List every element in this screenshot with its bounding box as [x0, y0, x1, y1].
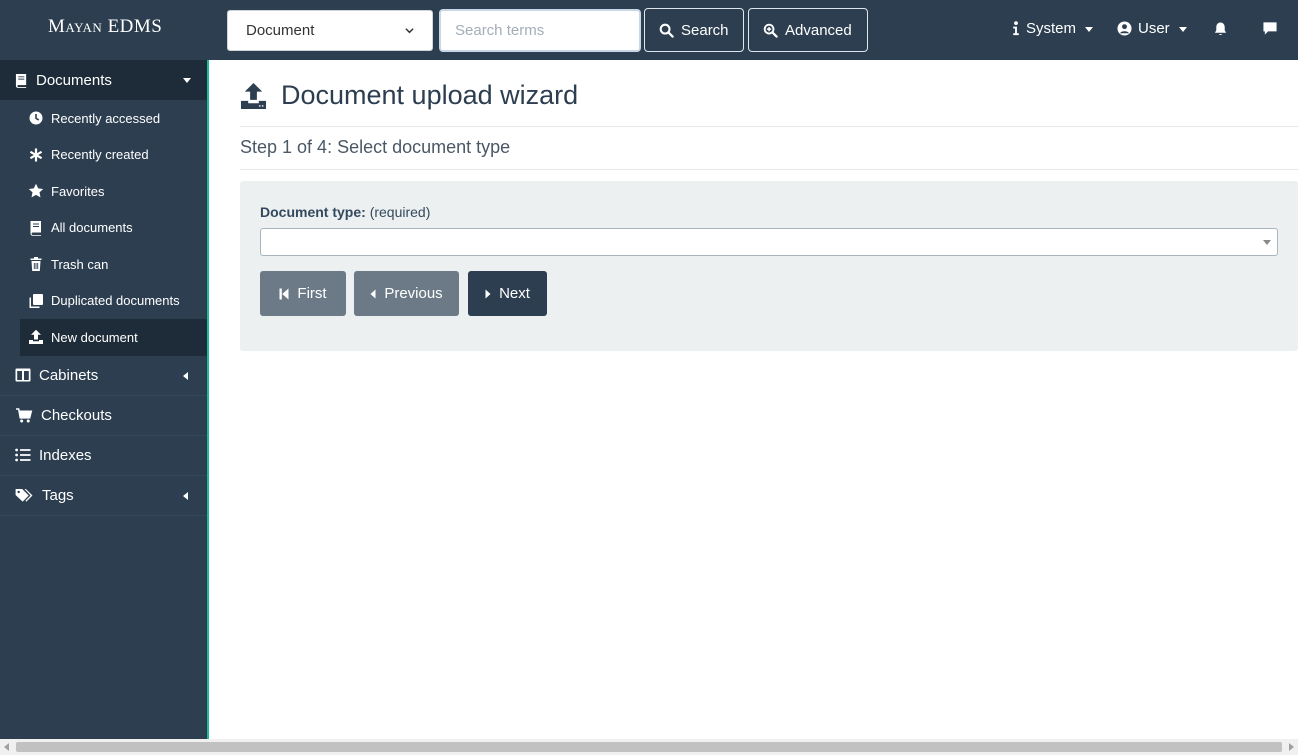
sidebar-item-documents[interactable]: Documents — [0, 60, 207, 100]
advanced-button-label: Advanced — [785, 21, 852, 39]
first-button-label: First — [297, 285, 327, 302]
message-icon — [1263, 22, 1277, 35]
chevron-down-icon — [405, 28, 414, 34]
required-indicator: (required) — [369, 204, 431, 220]
sidebar-item-checkouts[interactable]: Checkouts — [0, 396, 207, 436]
user-circle-icon — [1117, 21, 1132, 36]
search-type-select[interactable]: Document — [227, 10, 433, 51]
caret-down-icon — [183, 78, 191, 83]
sidebar-item-new-document[interactable]: New document — [20, 319, 207, 356]
next-step-button[interactable]: Next — [468, 271, 547, 316]
search-input[interactable] — [439, 9, 641, 52]
step-divider — [240, 169, 1298, 170]
star-icon — [28, 184, 44, 198]
info-icon — [1013, 21, 1019, 36]
documents-submenu: Recently accessed Recently created Favor… — [0, 100, 207, 356]
sidebar: Documents Recently accessed Recently cre… — [0, 60, 209, 740]
caret-left-icon — [370, 289, 376, 298]
sidebar-item-label: Tags — [42, 486, 74, 504]
sidebar-item-tags[interactable]: Tags — [0, 476, 207, 516]
clock-icon — [29, 111, 43, 125]
system-menu-label: System — [1026, 20, 1077, 37]
search-button-label: Search — [681, 21, 729, 39]
next-button-label: Next — [499, 285, 530, 302]
asterisk-icon — [29, 148, 43, 162]
user-menu-label: User — [1138, 20, 1170, 37]
list-icon — [15, 448, 31, 462]
trash-icon — [30, 257, 42, 272]
system-menu[interactable]: System — [1012, 20, 1094, 37]
sidebar-item-label: New document — [51, 329, 138, 345]
search-button[interactable]: Search — [644, 8, 744, 52]
sidebar-item-duplicated-documents[interactable]: Duplicated documents — [20, 283, 207, 320]
document-type-label: Document type: (required) — [260, 204, 430, 220]
zoom-in-icon — [763, 23, 778, 38]
previous-step-button[interactable]: Previous — [354, 271, 459, 316]
upload-icon — [29, 330, 43, 345]
first-step-button[interactable]: First — [260, 271, 346, 316]
scrollbar-thumb[interactable] — [16, 742, 1282, 752]
sidebar-item-indexes[interactable]: Indexes — [0, 436, 207, 476]
book-icon — [15, 73, 27, 88]
sidebar-item-label: Checkouts — [41, 406, 112, 424]
dropdown-arrow-icon — [1263, 240, 1271, 245]
notifications-button[interactable] — [1213, 21, 1228, 42]
top-navbar: Mayan EDMS Document Search Advanced Syst… — [0, 0, 1298, 60]
messages-button[interactable] — [1262, 21, 1278, 41]
sidebar-item-label: Favorites — [51, 183, 105, 199]
sidebar-item-label: Trash can — [51, 256, 109, 272]
sidebar-item-label: All documents — [51, 220, 133, 236]
document-type-select[interactable] — [260, 228, 1278, 256]
columns-icon — [15, 368, 31, 382]
scroll-left-icon[interactable] — [4, 743, 9, 751]
sidebar-item-all-documents[interactable]: All documents — [20, 210, 207, 247]
title-divider — [240, 126, 1298, 127]
caret-right-icon — [485, 289, 491, 298]
page-title: Document upload wizard — [240, 80, 578, 111]
sidebar-item-label: Recently accessed — [51, 110, 161, 126]
tags-icon — [15, 488, 33, 502]
sidebar-item-favorites[interactable]: Favorites — [20, 173, 207, 210]
field-label-text: Document type: — [260, 204, 366, 220]
sidebar-item-label: Cabinets — [39, 366, 99, 384]
previous-button-label: Previous — [384, 285, 443, 302]
sidebar-item-recently-created[interactable]: Recently created — [20, 137, 207, 174]
advanced-search-button[interactable]: Advanced — [748, 8, 868, 52]
sidebar-item-recently-accessed[interactable]: Recently accessed — [20, 100, 207, 137]
wizard-step-title: Step 1 of 4: Select document type — [240, 137, 511, 157]
shopping-cart-icon — [16, 407, 33, 422]
book-icon — [30, 220, 41, 236]
step-backward-icon — [279, 288, 289, 299]
copy-icon — [29, 293, 43, 308]
search-icon — [659, 23, 674, 38]
caret-left-icon — [183, 371, 188, 380]
brand-logo[interactable]: Mayan EDMS — [48, 16, 162, 38]
caret-down-icon — [1178, 27, 1187, 32]
sidebar-item-label: Documents — [36, 71, 112, 89]
search-type-value: Document — [246, 22, 315, 39]
page-title-text: Document upload wizard — [281, 80, 579, 110]
sidebar-item-cabinets[interactable]: Cabinets — [0, 356, 207, 396]
sidebar-item-label: Duplicated documents — [51, 293, 180, 309]
sidebar-item-label: Indexes — [39, 446, 92, 464]
upload-icon — [240, 82, 267, 109]
bell-icon — [1214, 22, 1227, 35]
caret-down-icon — [1085, 27, 1094, 32]
sidebar-item-trash-can[interactable]: Trash can — [20, 246, 207, 283]
scroll-right-icon[interactable] — [1289, 743, 1294, 751]
user-menu[interactable]: User — [1117, 20, 1187, 37]
horizontal-scrollbar[interactable] — [0, 739, 1298, 755]
sidebar-item-label: Recently created — [51, 147, 149, 163]
wizard-form-panel: Document type: (required) First Previous… — [240, 181, 1298, 351]
caret-left-icon — [183, 491, 188, 500]
